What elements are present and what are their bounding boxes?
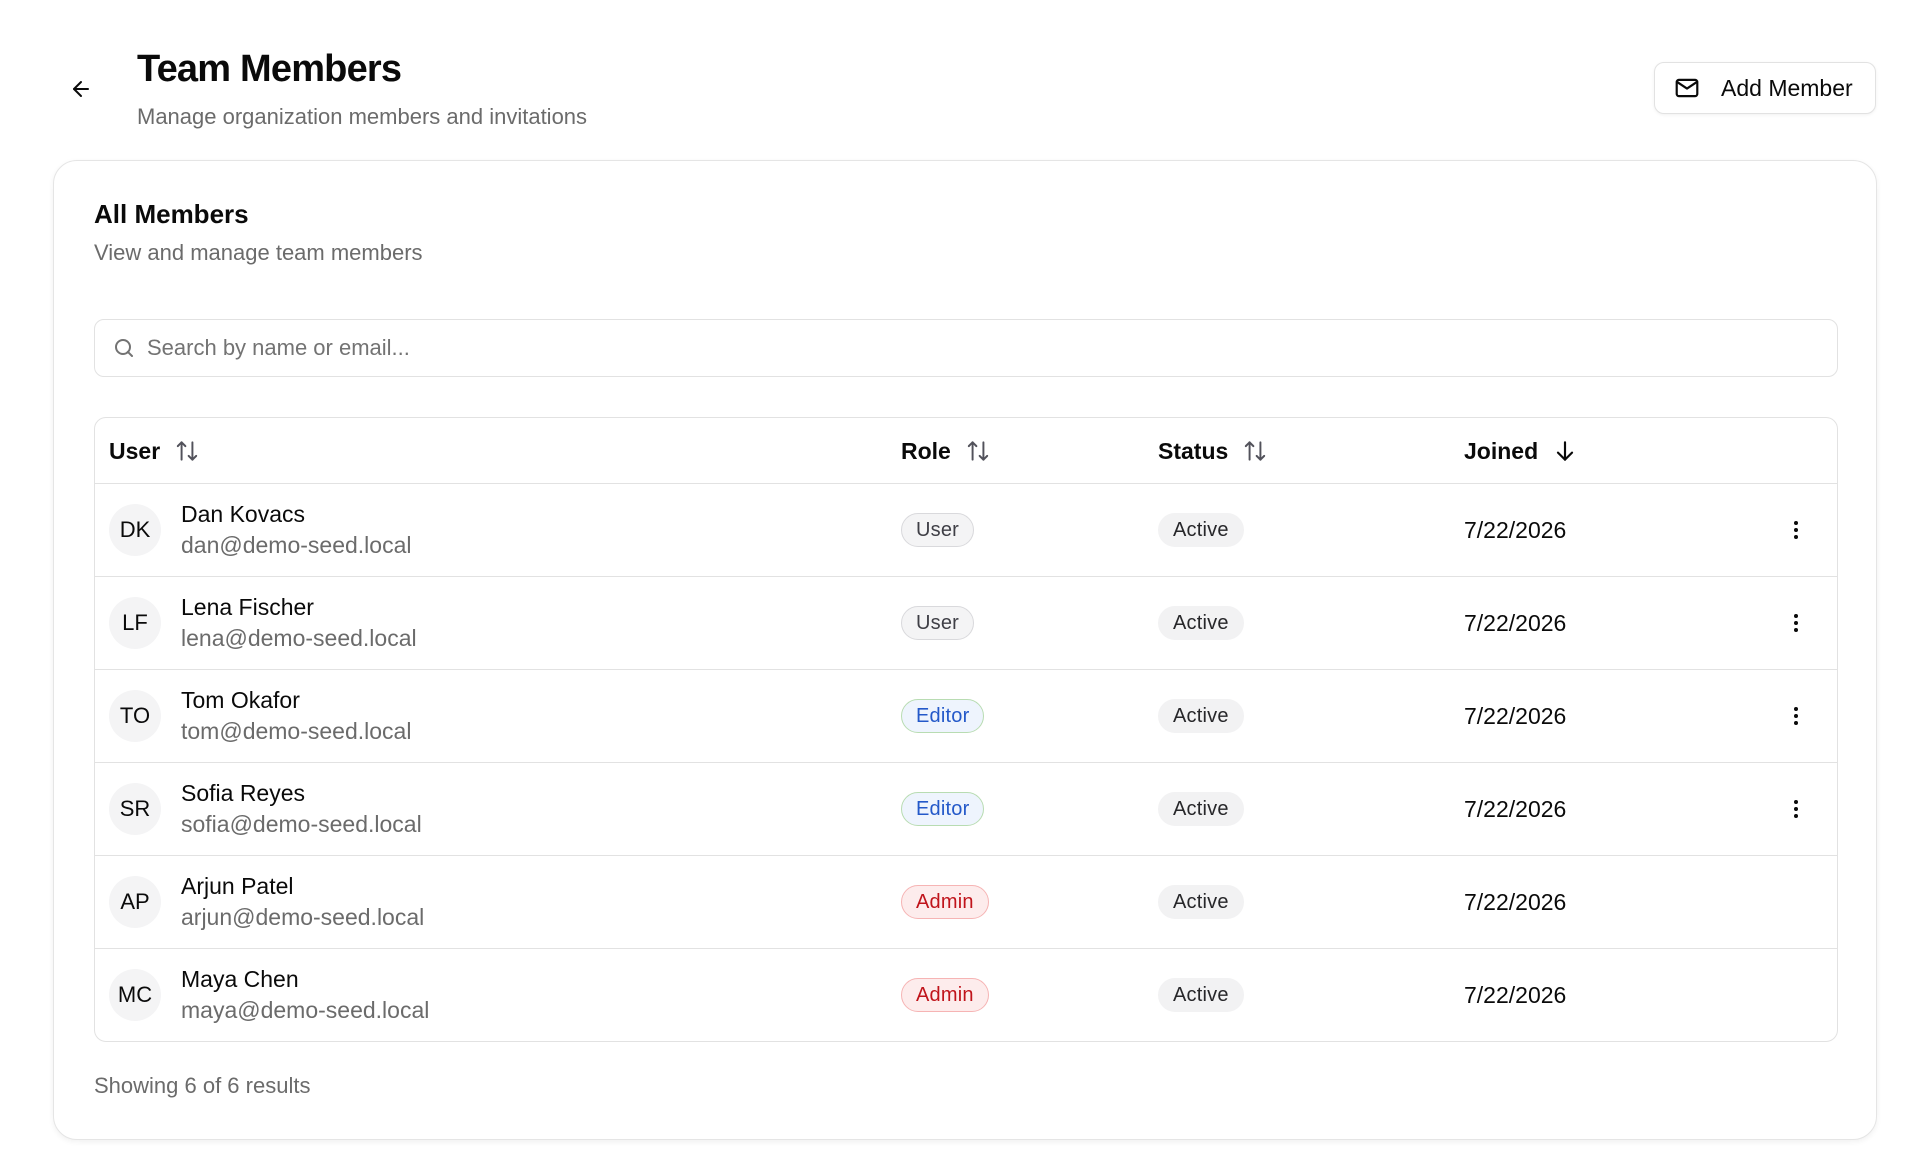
column-label: User — [109, 437, 161, 464]
role-badge: Admin — [901, 885, 989, 919]
user-cell: TO Tom Okafor tom@demo-seed.local — [109, 670, 411, 762]
role-badge: Admin — [901, 978, 989, 1012]
joined-date: 7/22/2026 — [1464, 981, 1567, 1008]
joined-date: 7/22/2026 — [1464, 516, 1567, 543]
role-badge: Editor — [901, 792, 985, 826]
avatar: AP — [109, 876, 161, 928]
sort-icon — [965, 438, 991, 464]
status-badge: Active — [1158, 792, 1244, 826]
user-email: dan@demo-seed.local — [181, 532, 412, 558]
members-card: All Members View and manage team members… — [53, 160, 1877, 1140]
add-member-button[interactable]: Add Member — [1654, 62, 1876, 114]
arrow-down-icon — [1552, 438, 1578, 464]
column-header-user[interactable]: User — [109, 418, 200, 484]
user-name: Sofia Reyes — [181, 780, 306, 806]
status-badge: Active — [1158, 978, 1244, 1012]
column-header-status[interactable]: Status — [1158, 418, 1268, 484]
user-cell: AP Arjun Patel arjun@demo-seed.local — [109, 856, 424, 948]
role-badge: User — [901, 513, 975, 547]
user-email: sofia@demo-seed.local — [181, 811, 422, 837]
status-badge: Active — [1158, 513, 1244, 547]
avatar: DK — [109, 504, 161, 556]
page-header: Team Members Manage organization members… — [0, 0, 1920, 160]
joined-date: 7/22/2026 — [1464, 888, 1567, 915]
user-cell: DK Dan Kovacs dan@demo-seed.local — [109, 484, 411, 576]
more-vertical-icon — [1784, 518, 1808, 542]
table-header: User Role Status Joined — [95, 418, 1837, 484]
page-subtitle: Manage organization members and invitati… — [137, 104, 588, 129]
user-cell: LF Lena Fischer lena@demo-seed.local — [109, 577, 417, 669]
more-vertical-icon — [1784, 611, 1808, 635]
user-cell: MC Maya Chen maya@demo-seed.local — [109, 949, 429, 1041]
status-badge: Active — [1158, 606, 1244, 640]
sort-icon — [174, 438, 200, 464]
user-name: Maya Chen — [181, 966, 299, 992]
results-count: Showing 6 of 6 results — [94, 1073, 311, 1098]
row-actions-button[interactable] — [1778, 605, 1814, 641]
avatar: LF — [109, 597, 161, 649]
column-label: Role — [901, 437, 951, 464]
table-row: AP Arjun Patel arjun@demo-seed.local Adm… — [95, 856, 1837, 949]
user-name: Arjun Patel — [181, 873, 294, 899]
column-header-joined[interactable]: Joined — [1464, 418, 1578, 484]
card-description: View and manage team members — [94, 240, 423, 265]
arrow-left-icon — [69, 77, 93, 101]
user-name: Tom Okafor — [181, 687, 300, 713]
user-email: lena@demo-seed.local — [181, 625, 417, 651]
sort-icon — [1242, 438, 1268, 464]
avatar: TO — [109, 690, 161, 742]
search-icon — [111, 335, 137, 361]
table-row: TO Tom Okafor tom@demo-seed.local Editor… — [95, 670, 1837, 763]
card-title: All Members — [94, 199, 249, 229]
search-input[interactable] — [147, 335, 1807, 361]
user-name: Lena Fischer — [181, 594, 314, 620]
table-row: LF Lena Fischer lena@demo-seed.local Use… — [95, 577, 1837, 670]
column-label: Status — [1158, 437, 1229, 464]
row-actions-button[interactable] — [1778, 512, 1814, 548]
table-row: MC Maya Chen maya@demo-seed.local Admin … — [95, 949, 1837, 1041]
members-table: User Role Status Joined DK Dan Kovacs da… — [94, 417, 1838, 1042]
role-badge: Editor — [901, 699, 985, 733]
role-badge: User — [901, 606, 975, 640]
more-vertical-icon — [1784, 797, 1808, 821]
avatar: MC — [109, 969, 161, 1021]
avatar: SR — [109, 783, 161, 835]
joined-date: 7/22/2026 — [1464, 609, 1567, 636]
status-badge: Active — [1158, 885, 1244, 919]
status-badge: Active — [1158, 699, 1244, 733]
row-actions-button[interactable] — [1778, 791, 1814, 827]
column-header-role[interactable]: Role — [901, 418, 991, 484]
user-email: arjun@demo-seed.local — [181, 904, 425, 930]
joined-date: 7/22/2026 — [1464, 702, 1567, 729]
add-member-label: Add Member — [1721, 74, 1853, 101]
user-name: Dan Kovacs — [181, 501, 306, 527]
joined-date: 7/22/2026 — [1464, 795, 1567, 822]
row-actions-button[interactable] — [1778, 698, 1814, 734]
back-button[interactable] — [64, 72, 98, 106]
page-title: Team Members — [137, 48, 402, 90]
table-row: DK Dan Kovacs dan@demo-seed.local User A… — [95, 484, 1837, 577]
search-box — [94, 319, 1838, 377]
table-row: SR Sofia Reyes sofia@demo-seed.local Edi… — [95, 763, 1837, 856]
user-email: maya@demo-seed.local — [181, 997, 430, 1023]
user-email: tom@demo-seed.local — [181, 718, 412, 744]
mail-icon — [1673, 74, 1701, 102]
more-vertical-icon — [1784, 704, 1808, 728]
column-label: Joined — [1464, 437, 1539, 464]
user-cell: SR Sofia Reyes sofia@demo-seed.local — [109, 763, 422, 855]
